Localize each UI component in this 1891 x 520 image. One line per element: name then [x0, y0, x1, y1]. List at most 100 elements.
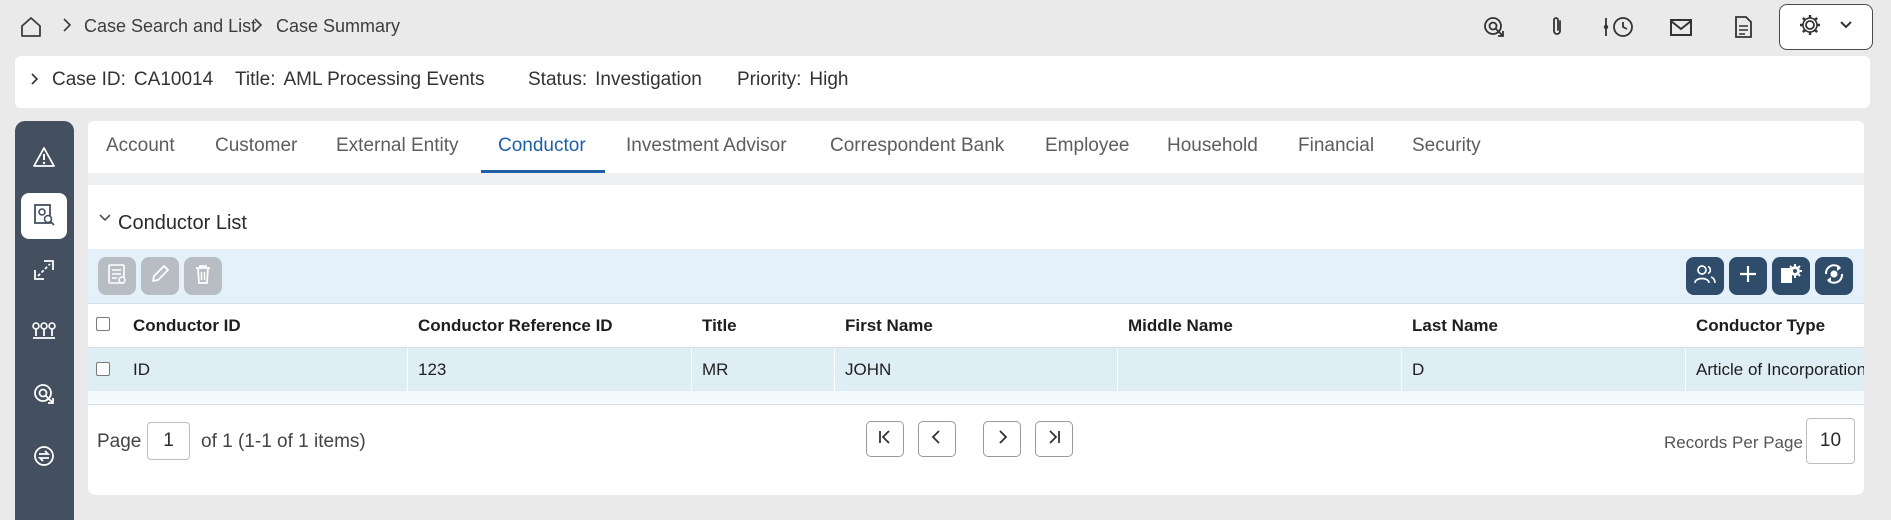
col-conductor-reference-id[interactable]: Conductor Reference ID: [418, 316, 613, 336]
case-id: Case ID: CA10014: [52, 69, 213, 91]
page-label: Page: [97, 431, 142, 452]
breadcrumb-case-search[interactable]: Case Search and List: [84, 16, 256, 37]
chevron-right-icon: [60, 14, 74, 36]
case-status-label: Status:: [528, 69, 588, 90]
cell-last-name: D: [1402, 348, 1686, 391]
table-header: Conductor ID Conductor Reference ID Titl…: [88, 303, 1864, 348]
col-conductor-type[interactable]: Conductor Type: [1696, 316, 1825, 336]
rail-exchange[interactable]: [21, 435, 67, 481]
add-button[interactable]: [1729, 257, 1767, 295]
row-checkbox[interactable]: [96, 362, 110, 376]
pencil-icon: [149, 263, 171, 290]
tab-bar: Account Customer External Entity Conduct…: [88, 121, 1864, 173]
list-toolbar: [88, 249, 1864, 303]
target-icon[interactable]: [1479, 12, 1509, 42]
users-icon: [1693, 263, 1717, 290]
tab-conductor[interactable]: Conductor: [498, 135, 586, 157]
case-title-value: AML Processing Events: [283, 69, 485, 90]
next-page-button[interactable]: [983, 421, 1021, 457]
previous-page-button[interactable]: [918, 421, 956, 457]
left-rail: [15, 121, 74, 520]
tab-customer[interactable]: Customer: [215, 135, 297, 157]
tab-financial[interactable]: Financial: [1298, 135, 1374, 157]
case-id-value: CA10014: [133, 69, 214, 90]
last-page-button[interactable]: [1035, 421, 1073, 457]
tab-external-entity[interactable]: External Entity: [336, 135, 459, 157]
conductor-list-panel: Conductor List Conductor ID Conductor Re…: [88, 185, 1864, 495]
select-all-checkbox[interactable]: [96, 317, 110, 331]
breadcrumb-case-summary: Case Summary: [276, 16, 401, 36]
tab-investment-advisor[interactable]: Investment Advisor: [626, 135, 787, 157]
section-header[interactable]: Conductor List: [88, 185, 1864, 249]
col-first-name[interactable]: First Name: [845, 316, 933, 336]
settings-menu-button[interactable]: [1779, 4, 1873, 50]
cell-conductor-type: Article of Incorporation: [1696, 360, 1864, 379]
target-icon: [32, 382, 56, 411]
table-row[interactable]: ID 123 MR JOHN D Article of Incorporatio…: [88, 348, 1864, 391]
cell-middle-name: [1118, 348, 1402, 391]
tab-divider: [88, 173, 1864, 185]
exchange-icon: [32, 444, 56, 473]
chevron-down-icon: [1838, 17, 1854, 38]
case-priority-label: Priority:: [737, 69, 802, 90]
chevron-right-icon: [993, 428, 1011, 451]
cell-conductor-id: ID: [123, 348, 408, 391]
view-list-icon: [106, 263, 128, 290]
case-title-label: Title:: [235, 69, 276, 90]
col-middle-name[interactable]: Middle Name: [1128, 316, 1233, 336]
tab-security[interactable]: Security: [1412, 135, 1481, 157]
network-icon: [31, 320, 57, 349]
case-status-value: Investigation: [595, 69, 702, 90]
last-page-icon: [1045, 428, 1063, 451]
plus-icon: [1737, 263, 1759, 290]
first-page-button[interactable]: [866, 421, 904, 457]
cell-first-name: JOHN: [835, 348, 1118, 391]
case-search-icon: [32, 202, 56, 231]
tab-account[interactable]: Account: [106, 135, 175, 157]
mail-icon[interactable]: [1666, 12, 1696, 42]
tab-correspondent-bank[interactable]: Correspondent Bank: [830, 135, 1004, 157]
section-title: Conductor List: [118, 212, 247, 234]
page-number-input[interactable]: 1: [147, 422, 190, 460]
rail-relationship[interactable]: [21, 249, 67, 295]
case-priority: Priority: High: [737, 69, 848, 91]
collapse-chevron-icon[interactable]: [98, 211, 112, 223]
case-title: Title: AML Processing Events: [235, 69, 484, 91]
tab-household[interactable]: Household: [1167, 135, 1258, 157]
pagination-bar: Page 1 of 1 (1-1 of 1 items) Records Per…: [88, 406, 1864, 476]
col-title[interactable]: Title: [702, 316, 737, 336]
rail-target[interactable]: [21, 373, 67, 419]
configure-button[interactable]: [1772, 257, 1810, 295]
gear-refresh-icon: [1822, 262, 1846, 291]
expand-chevron-icon[interactable]: [28, 70, 42, 88]
document-icon[interactable]: [1728, 12, 1758, 42]
associate-users-button[interactable]: [1686, 257, 1724, 295]
relationship-icon: [32, 258, 56, 287]
history-icon[interactable]: [1603, 12, 1637, 42]
tab-employee[interactable]: Employee: [1045, 135, 1130, 157]
col-conductor-id[interactable]: Conductor ID: [133, 316, 241, 336]
page-count-text: of 1 (1-1 of 1 items): [201, 431, 366, 452]
chevron-right-icon: [251, 14, 265, 36]
paperclip-icon[interactable]: [1542, 12, 1572, 42]
view-details-button[interactable]: [98, 257, 136, 295]
gear-icon: [1798, 13, 1822, 42]
cell-conductor-reference-id: 123: [408, 348, 692, 391]
rail-case-search[interactable]: [21, 193, 67, 239]
case-header: Case ID: CA10014 Title: AML Processing Eve…: [15, 56, 1870, 108]
rail-network[interactable]: [21, 311, 67, 357]
case-id-label: Case ID:: [52, 69, 126, 90]
gear-document-icon: [1779, 262, 1803, 291]
col-last-name[interactable]: Last Name: [1412, 316, 1498, 336]
trash-icon: [192, 263, 214, 290]
home-icon[interactable]: [18, 14, 44, 40]
records-per-page-input[interactable]: 10: [1806, 418, 1855, 464]
case-status: Status: Investigation: [528, 69, 702, 91]
refresh-settings-button[interactable]: [1815, 257, 1853, 295]
case-priority-value: High: [809, 69, 849, 90]
rail-alert[interactable]: [21, 136, 67, 182]
edit-button[interactable]: [141, 257, 179, 295]
delete-button[interactable]: [184, 257, 222, 295]
first-page-icon: [876, 428, 894, 451]
top-bar: Case Search and List Case Summary: [0, 0, 1891, 54]
